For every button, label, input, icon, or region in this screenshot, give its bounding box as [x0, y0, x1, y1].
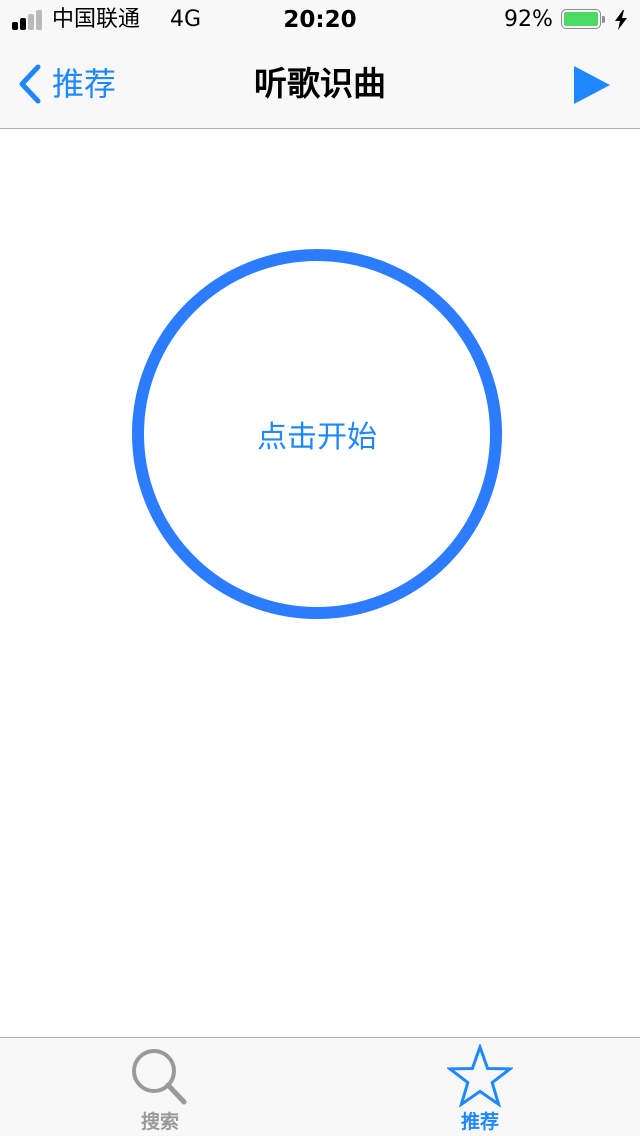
start-recognition-button[interactable]: 点击开始: [132, 249, 502, 619]
battery-fill: [564, 12, 598, 26]
tab-recommend-label: 推荐: [460, 1111, 499, 1133]
tab-search[interactable]: 搜索: [0, 1038, 320, 1136]
tab-search-label: 搜索: [140, 1111, 179, 1133]
battery-icon: [561, 9, 605, 31]
back-button[interactable]: 推荐: [12, 60, 132, 108]
main-content: 点击开始: [0, 129, 640, 1037]
charging-bolt-icon: [615, 10, 627, 30]
star-icon: [447, 1044, 513, 1108]
navigation-bar: 推荐 听歌识曲: [0, 40, 640, 129]
tab-bar: 搜索 推荐: [0, 1037, 640, 1136]
start-button-label: 点击开始: [257, 420, 377, 455]
back-button-label: 推荐: [52, 65, 117, 103]
battery-percentage: 92%: [504, 7, 553, 32]
play-icon[interactable]: [568, 62, 614, 108]
tab-recommend[interactable]: 推荐: [320, 1038, 640, 1136]
chevron-left-icon: [19, 64, 41, 104]
search-icon: [132, 1049, 187, 1105]
status-bar: 中国联通 4G 20:20 92%: [0, 0, 640, 40]
